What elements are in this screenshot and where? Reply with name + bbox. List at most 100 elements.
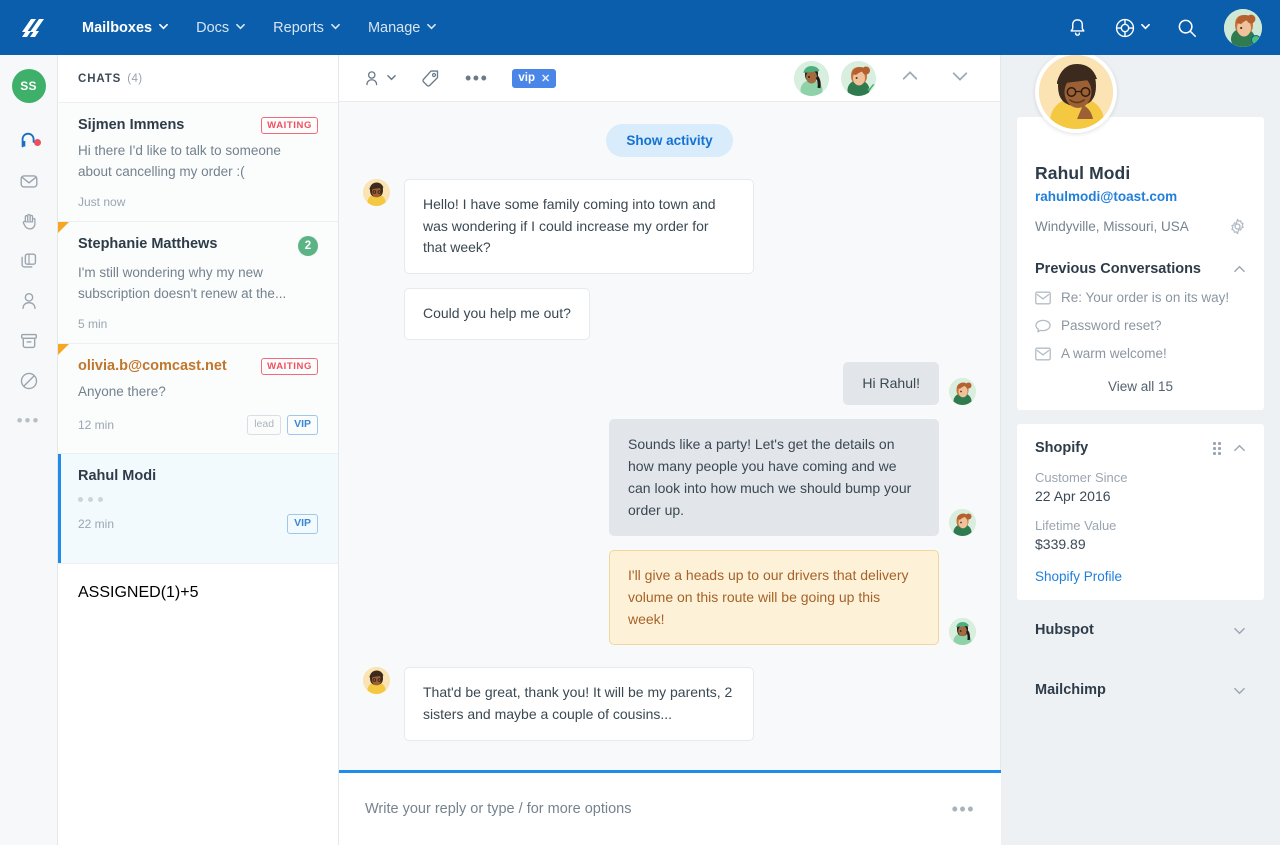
lifering-help-icon[interactable] xyxy=(1114,17,1150,39)
top-navigation-bar: Mailboxes Docs Reports Manage xyxy=(0,0,1280,55)
inbox-envelope-icon xyxy=(18,170,40,192)
drag-handle-icon[interactable] xyxy=(1213,442,1221,455)
customer-avatar-large[interactable] xyxy=(1035,55,1117,133)
hubspot-card[interactable]: Hubspot xyxy=(1017,600,1264,660)
agent-avatar-1[interactable] xyxy=(794,61,829,96)
message-bubble: That'd be great, thank you! It will be m… xyxy=(404,667,754,740)
agent-avatar-1 xyxy=(949,618,976,645)
previous-conversation-label: Re: Your order is on its way! xyxy=(1061,290,1229,305)
previous-conversation-item[interactable]: Password reset? xyxy=(1035,318,1246,333)
message-row: Hi Rahul! xyxy=(363,362,976,406)
rail-item-blocked[interactable] xyxy=(9,361,49,401)
conversation-name: olivia.b@comcast.net xyxy=(78,358,227,375)
list-item[interactable]: Sijmen Immens WAITING Hi there I'd like … xyxy=(58,103,338,222)
helpscout-logo[interactable] xyxy=(5,16,60,40)
shopify-profile-link[interactable]: Shopify Profile xyxy=(1035,569,1246,584)
agent-avatar-2[interactable]: ✓ xyxy=(841,61,876,96)
list-item[interactable]: olivia.b@comcast.net WAITING Anyone ther… xyxy=(58,344,338,454)
gear-icon[interactable] xyxy=(1229,218,1246,235)
nav-item-label: Mailboxes xyxy=(82,20,152,36)
tag-lead[interactable]: lead xyxy=(247,415,281,435)
nav-item-label: Docs xyxy=(196,20,229,36)
avatar[interactable] xyxy=(1224,9,1262,47)
helpscout-logo-icon xyxy=(19,16,47,40)
blocked-icon xyxy=(18,370,40,392)
nav-item-docs[interactable]: Docs xyxy=(182,14,259,42)
chevron-up-icon[interactable] xyxy=(1233,442,1246,455)
rail-more-icon[interactable]: ••• xyxy=(17,411,41,431)
hubspot-card-title: Hubspot xyxy=(1035,622,1094,638)
unread-notification-dot xyxy=(34,139,41,146)
conversation-preview: Anyone there? xyxy=(78,382,318,403)
previous-conversation-label: A warm welcome! xyxy=(1061,346,1167,361)
assigned-overflow-badge[interactable]: +5 xyxy=(180,584,198,602)
customer-name: Rahul Modi xyxy=(1035,163,1246,184)
conversation-more-icon[interactable]: ••• xyxy=(465,69,488,87)
conversation-panel: ••• vip ✕ xyxy=(339,55,1001,845)
previous-conversations-title: Previous Conversations xyxy=(1035,261,1201,277)
rail-item-inbox[interactable] xyxy=(9,161,49,201)
person-icon xyxy=(18,290,40,312)
mailchimp-card[interactable]: Mailchimp xyxy=(1017,660,1264,720)
message-thread: Show activity Hello! I have some family … xyxy=(339,102,1000,790)
list-item[interactable]: Rahul Modi 22 min VIP xyxy=(58,454,338,564)
conversation-preview: I'm still wondering why my new subscript… xyxy=(78,263,318,305)
conversation-name: Stephanie Matthews xyxy=(78,236,217,253)
previous-conversation-icon[interactable] xyxy=(894,66,926,91)
shopify-card-title: Shopify xyxy=(1035,440,1088,456)
conversation-time: 12 min xyxy=(78,418,114,432)
envelope-icon xyxy=(1035,347,1051,361)
message-row: That'd be great, thank you! It will be m… xyxy=(363,667,976,740)
view-all-conversations-link[interactable]: View all 15 xyxy=(1035,379,1246,394)
next-conversation-icon[interactable] xyxy=(944,66,976,91)
close-icon[interactable]: ✕ xyxy=(541,72,550,85)
unassigned-corner-marker xyxy=(58,222,69,233)
assign-person-icon[interactable] xyxy=(363,68,396,89)
rail-item-hand-raise[interactable] xyxy=(9,201,49,241)
chats-section-header: CHATS (4) xyxy=(58,55,338,103)
shopify-field-label: Lifetime Value xyxy=(1035,518,1246,533)
envelope-icon xyxy=(1035,291,1051,305)
rail-item-person[interactable] xyxy=(9,281,49,321)
customer-sidebar: Rahul Modi rahulmodi@toast.com Windyvill… xyxy=(1001,55,1280,845)
assigned-header-count: (1) xyxy=(161,584,181,602)
assigned-header-title: ASSIGNED xyxy=(78,584,161,602)
bell-icon[interactable] xyxy=(1067,17,1088,39)
chevron-down-icon[interactable] xyxy=(1233,684,1246,697)
tag-vip[interactable]: VIP xyxy=(287,415,318,435)
reply-composer[interactable]: Write your reply or type / for more opti… xyxy=(339,770,1001,845)
message-bubble: Hi Rahul! xyxy=(843,362,939,406)
chevron-up-icon[interactable] xyxy=(1233,263,1246,276)
tag-icon[interactable] xyxy=(420,68,441,89)
tag-chip-label: vip xyxy=(518,72,535,84)
previous-conversation-item[interactable]: A warm welcome! xyxy=(1035,346,1246,361)
chevron-down-icon xyxy=(1141,22,1150,31)
nav-item-reports[interactable]: Reports xyxy=(259,14,354,42)
chats-header-title: CHATS xyxy=(78,73,121,85)
tag-vip[interactable]: VIP xyxy=(287,514,318,534)
composer-more-icon[interactable]: ••• xyxy=(952,800,975,818)
unread-count-badge: 2 xyxy=(298,236,318,256)
message-row: Hello! I have some family coming into to… xyxy=(363,179,976,274)
nav-item-manage[interactable]: Manage xyxy=(354,14,450,42)
nav-actions xyxy=(1067,9,1280,47)
tag-list: VIP xyxy=(287,514,318,534)
workspace-initials-avatar[interactable]: SS xyxy=(12,69,46,103)
customer-profile-card: Rahul Modi rahulmodi@toast.com Windyvill… xyxy=(1017,117,1264,251)
customer-email[interactable]: rahulmodi@toast.com xyxy=(1035,189,1246,204)
search-icon[interactable] xyxy=(1176,17,1198,39)
nav-item-mailboxes[interactable]: Mailboxes xyxy=(68,14,182,42)
rail-item-chats[interactable] xyxy=(9,121,49,161)
shopify-field-value: 22 Apr 2016 xyxy=(1035,488,1246,504)
show-activity-button[interactable]: Show activity xyxy=(606,124,732,157)
assigned-section-header[interactable]: ASSIGNED (1) +5 xyxy=(58,564,338,622)
tag-chip-vip[interactable]: vip ✕ xyxy=(512,69,556,88)
previous-conversation-item[interactable]: Re: Your order is on its way! xyxy=(1035,290,1246,305)
customer-avatar xyxy=(363,667,390,694)
list-item[interactable]: Stephanie Matthews 2 I'm still wondering… xyxy=(58,222,338,344)
chevron-down-icon[interactable] xyxy=(1233,624,1246,637)
online-status-dot xyxy=(1251,35,1261,45)
rail-item-stack[interactable] xyxy=(9,241,49,281)
rail-item-archive[interactable] xyxy=(9,321,49,361)
reply-input-placeholder[interactable]: Write your reply or type / for more opti… xyxy=(365,801,631,817)
